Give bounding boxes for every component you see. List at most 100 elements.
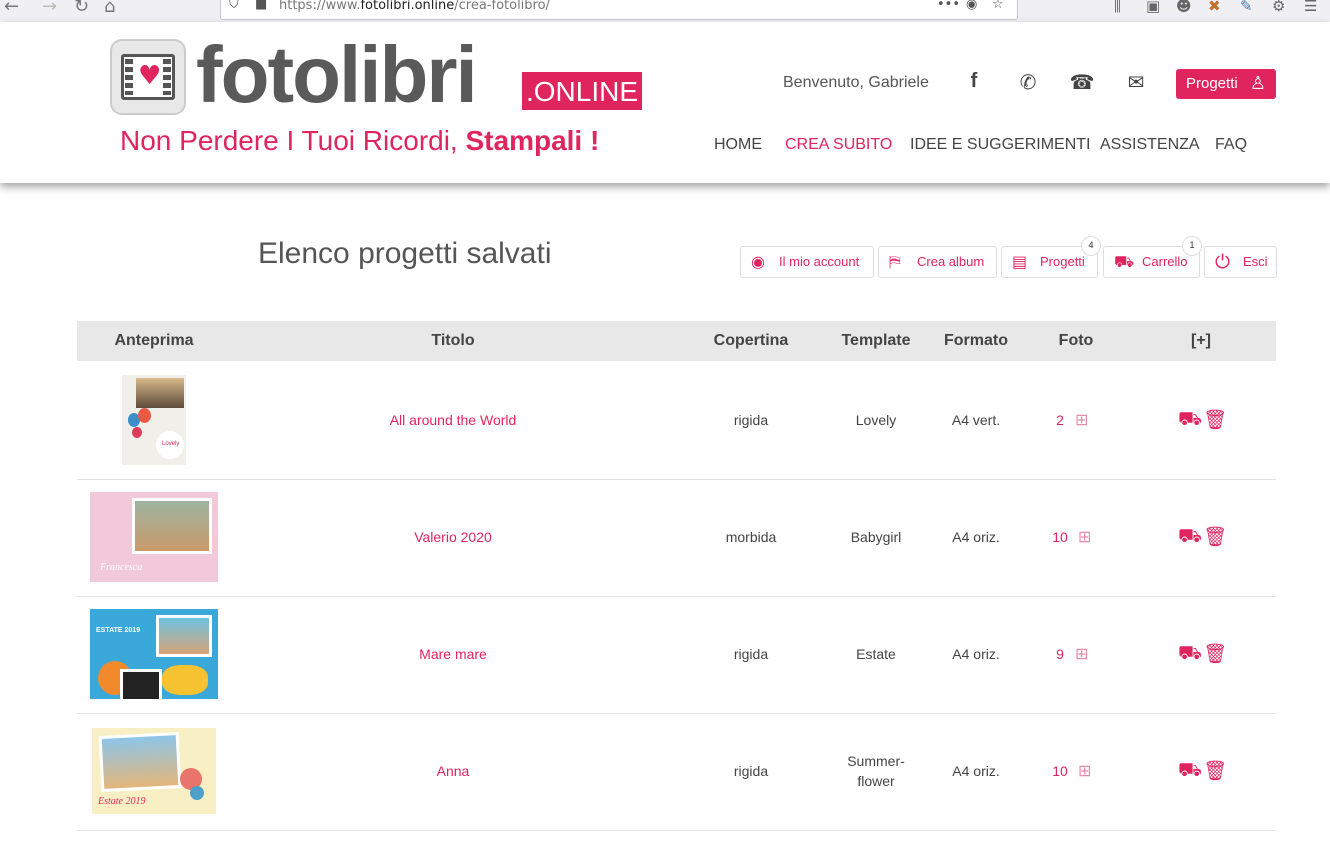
lock-icon[interactable]: ■ <box>255 0 267 12</box>
nav-assistenza[interactable]: ASSISTENZA <box>1100 136 1200 154</box>
table-row: Francesca Valerio 2020 morbida Babygirl … <box>77 479 1276 597</box>
nav-idee[interactable]: IDEE E SUGGERIMENTI <box>910 136 1090 154</box>
balloon-shape <box>132 427 142 438</box>
copertina-value: rigida <box>733 646 769 662</box>
foto-count[interactable]: 2 <box>1046 412 1074 428</box>
pocket-icon[interactable]: ◉ <box>966 0 977 12</box>
cart-icon[interactable]: ⛟ <box>1178 642 1202 667</box>
trash-icon[interactable]: 🗑 <box>1203 759 1227 782</box>
whatsapp-icon[interactable]: ✆ <box>1014 70 1042 94</box>
table-header: Anteprima Titolo Copertina Template Form… <box>77 321 1276 361</box>
tool-icon[interactable]: ✎ <box>1240 0 1253 15</box>
phone-icon[interactable]: ☎ <box>1068 70 1096 94</box>
project-title-link[interactable]: Anna <box>377 763 529 779</box>
template-value: Babygirl <box>850 529 902 545</box>
nav-crea-subito[interactable]: CREA SUBITO <box>785 136 892 154</box>
home-icon[interactable]: ⌂ <box>104 0 115 17</box>
thumbnail-photo <box>101 735 179 789</box>
extension-icon[interactable]: ✖ <box>1208 0 1221 15</box>
project-thumbnail[interactable]: Francesca <box>90 492 218 582</box>
bookmark-plus-icon: ⛿ <box>889 252 901 271</box>
project-thumbnail[interactable]: Lovely <box>122 375 186 465</box>
url-text[interactable]: https://www.fotolibri.online/crea-fotoli… <box>279 0 550 13</box>
add-photo-icon[interactable]: ⊞ <box>1078 761 1091 780</box>
film-icon: ♥ <box>121 54 175 100</box>
logo-text[interactable]: fotolibri <box>196 30 478 120</box>
logo-badge[interactable]: .ONLINE <box>522 72 642 110</box>
table-row: ESTATE 2019 Mare mare rigida Estate A4 o… <box>77 596 1276 714</box>
album-icon: ▤ <box>1012 252 1028 271</box>
account-button[interactable]: ◉ Il mio account <box>740 246 874 278</box>
cart-icon[interactable]: ⛟ <box>1178 759 1202 784</box>
project-title-link[interactable]: Mare mare <box>377 646 529 662</box>
account-icon[interactable]: ☻ <box>1176 0 1192 15</box>
esci-button[interactable]: ⏻ Esci <box>1204 246 1277 278</box>
foto-count[interactable]: 10 <box>1046 763 1074 779</box>
copertina-value: morbida <box>725 529 777 545</box>
account-button-label: Il mio account <box>779 254 860 269</box>
crea-album-button[interactable]: ⛿ Crea album <box>878 246 997 278</box>
progetti-toolbar-label: Progetti <box>1040 254 1085 269</box>
nav-faq[interactable]: FAQ <box>1215 136 1247 154</box>
menu-icon[interactable]: ☰ <box>1304 0 1317 15</box>
trash-icon[interactable]: 🗑 <box>1203 525 1227 548</box>
facebook-icon[interactable]: f <box>960 70 988 93</box>
th-titolo: Titolo <box>431 332 475 349</box>
forward-icon[interactable]: → <box>42 0 57 17</box>
heart-icon: ♥ <box>138 61 162 91</box>
progetti-toolbar-button[interactable]: ▤ Progetti 4 <box>1001 236 1101 278</box>
gear-icon[interactable]: ⚙ <box>1272 0 1285 15</box>
progetti-button[interactable]: Progetti ♙ <box>1176 69 1276 99</box>
project-thumbnail[interactable]: Estate 2019 <box>92 728 216 814</box>
th-formato: Formato <box>944 332 1008 349</box>
formato-value: A4 vert. <box>951 412 1001 428</box>
copertina-value: rigida <box>733 412 769 428</box>
th-expand[interactable]: [+] <box>1151 321 1251 361</box>
back-icon[interactable]: ← <box>4 0 19 17</box>
trash-icon[interactable]: 🗑 <box>1203 642 1227 665</box>
browser-toolbar: ← → ↻ ⌂ ⛉ ■ https://www.fotolibri.online… <box>0 0 1330 23</box>
flower-shape <box>190 786 204 800</box>
welcome-text: Benvenuto, Gabriele <box>783 74 929 91</box>
bookmark-star-icon[interactable]: ☆ <box>992 0 1004 12</box>
add-photo-icon[interactable]: ⊞ <box>1075 410 1088 429</box>
project-title-link[interactable]: All around the World <box>377 412 529 428</box>
table-row: Estate 2019 Anna rigida Summer- flower A… <box>77 713 1276 831</box>
sidebar-icon[interactable]: ▣ <box>1146 0 1160 15</box>
progetti-button-label: Progetti <box>1186 75 1238 92</box>
library-icon[interactable]: ⫼ <box>1114 0 1121 15</box>
thumbnail-text: ESTATE 2019 <box>96 627 141 634</box>
add-photo-icon[interactable]: ⊞ <box>1078 527 1091 546</box>
add-photo-icon[interactable]: ⊞ <box>1075 644 1088 663</box>
formato-value: A4 oriz. <box>952 529 1000 545</box>
thumbnail-photo <box>159 618 209 654</box>
template-value: Summer- <box>847 753 905 769</box>
foto-count[interactable]: 9 <box>1046 646 1074 662</box>
nav-home[interactable]: HOME <box>714 136 762 154</box>
thumbnail-text: Lovely <box>162 441 180 447</box>
carrello-label: Carrello <box>1142 254 1188 269</box>
carrello-count-badge: 1 <box>1182 236 1202 256</box>
cart-icon[interactable]: ⛟ <box>1178 408 1202 433</box>
progetti-count-badge: 4 <box>1081 236 1101 256</box>
photo-card-shape <box>120 669 162 699</box>
shield-icon[interactable]: ⛉ <box>229 0 239 12</box>
url-bar[interactable]: ⛉ ■ https://www.fotolibri.online/crea-fo… <box>220 0 1018 20</box>
carrello-button[interactable]: ⛟ Carrello 1 <box>1103 236 1202 278</box>
thumbnail-text: Francesca <box>100 562 143 573</box>
reload-icon[interactable]: ↻ <box>74 0 89 17</box>
thumbnail-text: Estate 2019 <box>98 796 146 807</box>
project-thumbnail[interactable]: ESTATE 2019 <box>90 609 218 699</box>
crea-album-label: Crea album <box>917 254 985 269</box>
foto-count[interactable]: 10 <box>1046 529 1074 545</box>
logo-icon[interactable]: ♥ <box>110 39 186 115</box>
mail-icon[interactable]: ✉ <box>1122 70 1150 94</box>
project-title-link[interactable]: Valerio 2020 <box>377 529 529 545</box>
flipflop-shape <box>162 665 208 695</box>
tagline: Non Perdere I Tuoi Ricordi, Stampali ! <box>120 125 600 156</box>
cart-icon[interactable]: ⛟ <box>1178 525 1202 550</box>
th-anteprima: Anteprima <box>114 332 194 349</box>
more-icon[interactable]: ••• <box>937 0 960 12</box>
trash-icon[interactable]: 🗑 <box>1203 408 1227 431</box>
esci-label: Esci <box>1243 254 1268 269</box>
